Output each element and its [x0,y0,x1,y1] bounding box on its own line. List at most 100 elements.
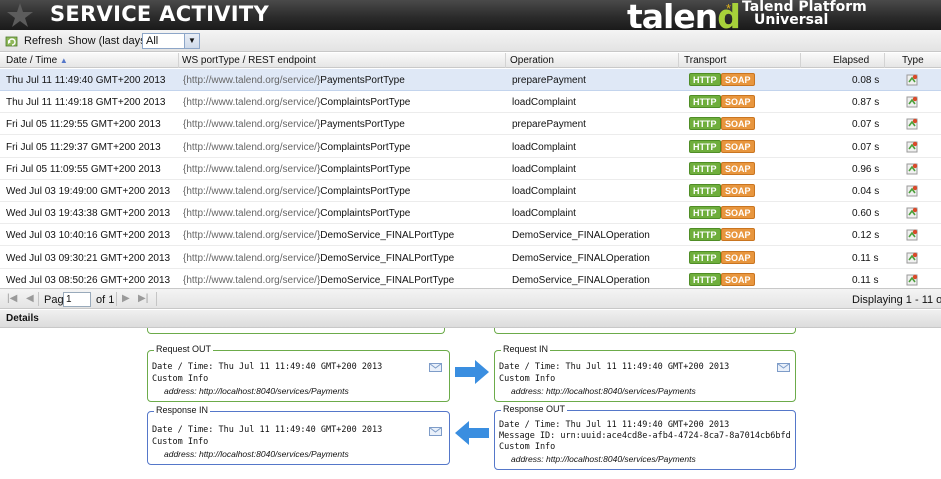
row-porttype-name: PaymentsPortType [320,75,405,86]
message-type-icon[interactable] [906,117,919,130]
row-porttype-name: PaymentsPortType [320,119,405,131]
col-divider [178,53,179,68]
paging-divider [156,292,157,306]
details-title: Details [6,313,39,324]
show-days-select[interactable]: All ▼ [142,33,200,49]
row-elapsed: 0.96 s [852,163,880,175]
row-porttype-name: ComplaintsPortType [320,97,411,109]
response-out-custom-info: Custom Info [499,442,556,452]
envelope-icon[interactable] [429,427,442,436]
row-operation: DemoService_FINALOperation [512,274,650,286]
http-badge: HTTP [689,73,721,86]
row-namespace: {http://www.talend.org/service/} [183,75,321,86]
request-out-box: Request OUT Date / Time: Thu Jul 11 11:4… [147,344,450,402]
first-page-icon[interactable]: |◀ [7,293,17,304]
soap-badge: SOAP [721,139,755,153]
row-namespace: {http://www.talend.org/service/} [183,186,321,197]
row-datetime: Wed Jul 03 10:40:16 GMT+200 2013 [6,230,171,242]
col-header-porttype[interactable]: WS portType / REST endpoint [182,55,316,66]
response-out-datetime: Date / Time: Thu Jul 11 11:49:40 GMT+200… [499,420,730,430]
row-porttype: {http://www.talend.org/service/}Complain… [183,142,410,153]
row-datetime: Fri Jul 05 11:29:55 GMT+200 2013 [6,119,161,131]
app-header: SERVICE ACTIVITY talend * Talend Platfor… [0,0,941,36]
table-row[interactable]: Fri Jul 05 11:29:37 GMT+200 2013 {http://… [0,136,941,158]
star-logo-icon [7,3,33,27]
soap-badge: SOAP [721,73,755,86]
table-row[interactable]: Wed Jul 03 19:49:00 GMT+200 2013 {http://… [0,180,941,202]
response-in-legend: Response IN [154,405,211,415]
toolbar: Refresh Show (last days): All ▼ [0,30,941,52]
col-header-operation[interactable]: Operation [510,55,554,66]
row-operation: loadComplaint [512,141,576,153]
message-type-icon[interactable] [906,206,919,219]
show-days-value: All [146,35,159,47]
message-type-icon[interactable] [906,184,919,197]
row-porttype: {http://www.talend.org/service/}Complain… [183,208,410,219]
http-badge: HTTP [689,95,721,109]
row-namespace: {http://www.talend.org/service/} [183,97,321,109]
col-header-transport[interactable]: Transport [684,55,726,66]
col-header-datetime[interactable]: Date / Time ▲ [6,55,68,66]
row-porttype: {http://www.talend.org/service/}Complain… [183,97,410,108]
row-namespace: {http://www.talend.org/service/} [183,252,321,264]
http-badge: HTTP [689,272,721,286]
envelope-icon[interactable] [777,363,790,372]
grid-header: Date / Time ▲ WS portType / REST endpoin… [0,53,941,68]
page-number-input[interactable]: 1 [63,292,91,307]
row-datetime: Wed Jul 03 19:49:00 GMT+200 2013 [6,186,171,197]
message-type-icon[interactable] [906,162,919,175]
request-in-datetime: Date / Time: Thu Jul 11 11:49:40 GMT+200… [499,362,730,372]
paging-divider [116,292,117,306]
row-porttype-name: DemoService_FINALPortType [320,230,455,242]
soap-badge: SOAP [721,250,755,264]
row-namespace: {http://www.talend.org/service/} [183,230,321,242]
row-operation: loadComplaint [512,186,576,197]
details-header: Details [0,310,941,328]
displaying-count: Displaying 1 - 11 of 11 [852,294,941,306]
table-row[interactable]: Fri Jul 05 11:09:55 GMT+200 2013 {http://… [0,158,941,180]
table-row[interactable]: Wed Jul 03 10:40:16 GMT+200 2013 {http://… [0,224,941,247]
row-elapsed: 0.04 s [852,186,880,197]
last-page-icon[interactable]: ▶| [138,293,148,304]
table-row[interactable]: Wed Jul 03 09:30:21 GMT+200 2013 {http://… [0,247,941,269]
row-namespace: {http://www.talend.org/service/} [183,274,321,286]
row-operation: loadComplaint [512,163,576,175]
table-row[interactable]: Thu Jul 11 11:49:18 GMT+200 2013 {http://… [0,91,941,114]
col-header-type[interactable]: Type [902,55,924,66]
message-type-icon[interactable] [906,273,919,286]
row-porttype-name: DemoService_FINALPortType [320,274,455,286]
row-porttype-name: ComplaintsPortType [320,208,411,220]
row-datetime: Thu Jul 11 11:49:18 GMT+200 2013 [6,97,166,109]
row-porttype-name: ComplaintsPortType [320,186,411,197]
table-row[interactable]: Wed Jul 03 19:43:38 GMT+200 2013 {http://… [0,202,941,225]
col-header-elapsed[interactable]: Elapsed [833,55,869,66]
soap-badge: SOAP [721,184,755,197]
row-namespace: {http://www.talend.org/service/} [183,208,321,220]
request-out-custom-info: Custom Info [152,374,209,384]
request-out-datetime: Date / Time: Thu Jul 11 11:49:40 GMT+200… [152,362,383,372]
row-operation: DemoService_FINALOperation [512,252,650,264]
row-elapsed: 0.07 s [852,119,880,131]
soap-badge: SOAP [721,228,755,242]
row-elapsed: 0.08 s [852,75,880,86]
message-type-icon[interactable] [906,140,919,153]
soap-badge: SOAP [721,206,755,220]
chevron-down-icon[interactable]: ▼ [184,34,199,48]
refresh-button[interactable]: Refresh [5,33,63,49]
response-in-datetime: Date / Time: Thu Jul 11 11:49:40 GMT+200… [152,425,383,435]
message-type-icon[interactable] [906,228,919,241]
http-badge: HTTP [689,184,721,197]
envelope-icon[interactable] [429,363,442,372]
prev-page-icon[interactable]: ◀ [26,293,34,304]
next-page-icon[interactable]: ▶ [122,293,130,304]
row-datetime: Thu Jul 11 11:49:40 GMT+200 2013 [6,75,166,86]
row-elapsed: 0.07 s [852,141,880,153]
message-type-icon[interactable] [906,95,919,108]
row-operation: loadComplaint [512,208,576,220]
row-elapsed: 0.11 s [852,274,879,286]
message-type-icon[interactable] [906,73,919,86]
message-type-icon[interactable] [906,251,919,264]
table-row[interactable]: Fri Jul 05 11:29:55 GMT+200 2013 {http://… [0,113,941,136]
table-row[interactable]: Thu Jul 11 11:49:40 GMT+200 2013 {http://… [0,69,941,91]
row-namespace: {http://www.talend.org/service/} [183,141,321,153]
